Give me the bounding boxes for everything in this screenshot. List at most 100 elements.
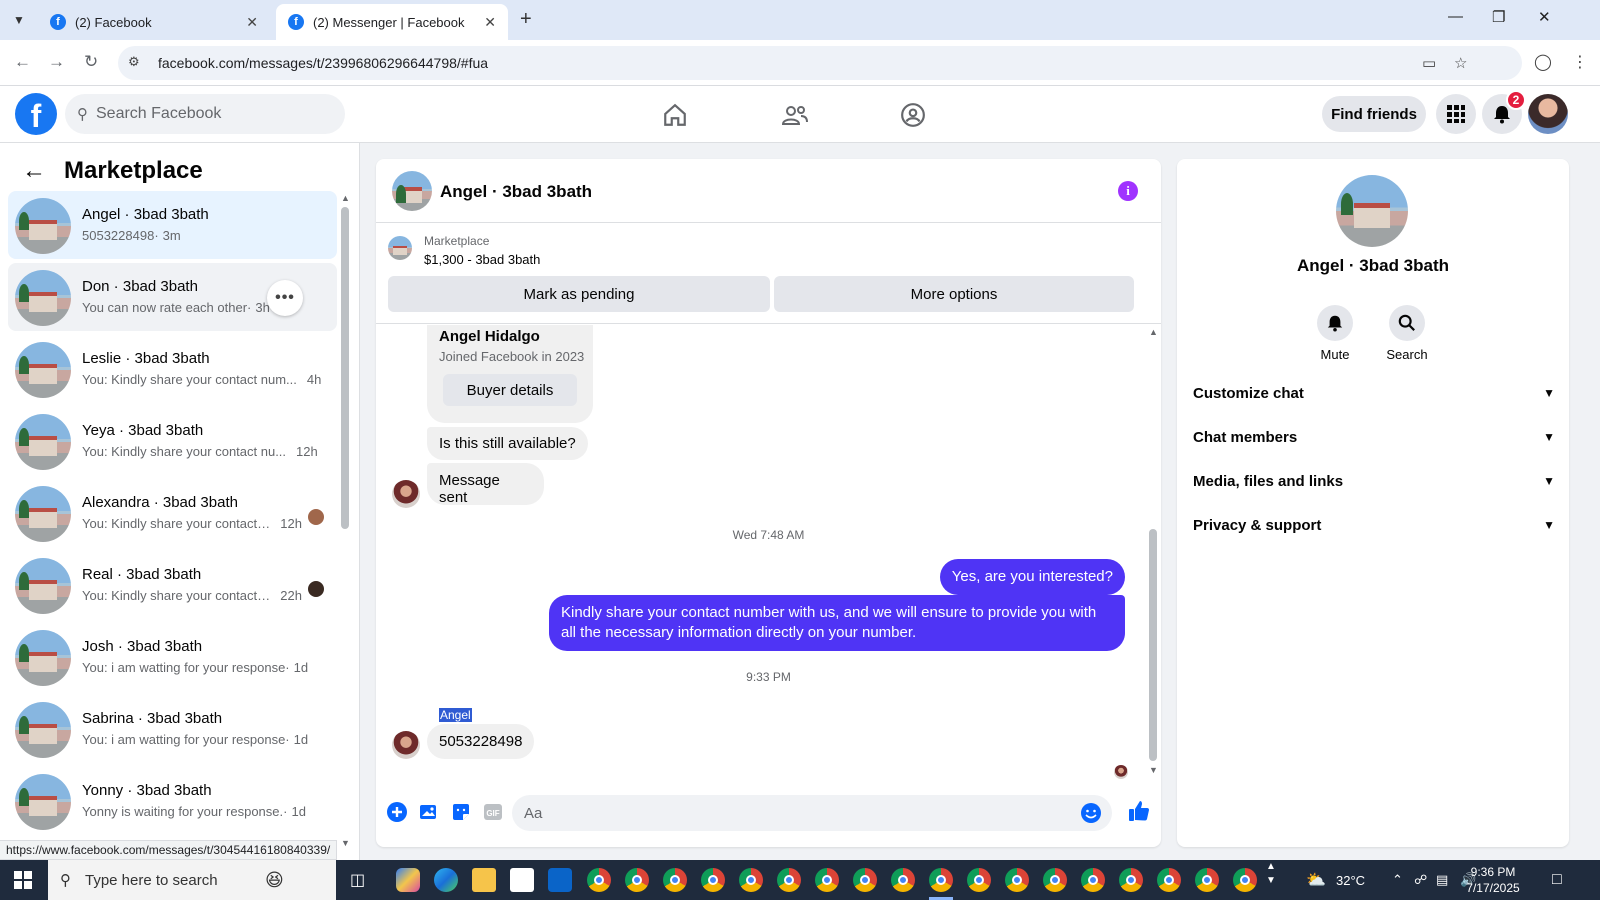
- facebook-logo-icon[interactable]: f: [15, 93, 57, 135]
- restore-icon[interactable]: ❐: [1492, 8, 1505, 26]
- more-options-dots-icon[interactable]: •••: [267, 280, 303, 316]
- temperature[interactable]: 32°C: [1336, 860, 1365, 900]
- message-bubble-incoming[interactable]: Is this still available?: [427, 427, 588, 460]
- reload-icon[interactable]: ↻: [84, 52, 98, 72]
- message-bubble-incoming[interactable]: 5053228498: [427, 724, 535, 759]
- listing-avatar-large[interactable]: [1336, 175, 1408, 247]
- facebook-search[interactable]: ⚲: [65, 94, 345, 134]
- back-arrow-icon[interactable]: ←: [14, 52, 31, 72]
- listing-price[interactable]: $1,300 - 3bad 3bath: [424, 252, 540, 267]
- scroll-up-arrow-icon[interactable]: ▲: [1149, 327, 1158, 337]
- mute-button[interactable]: Mute: [1305, 305, 1365, 362]
- conversation-item[interactable]: Real · 3bad 3bath You: Kindly share your…: [8, 551, 337, 619]
- scrollbar-thumb[interactable]: [341, 207, 349, 529]
- chrome-icon[interactable]: [739, 868, 763, 892]
- install-app-icon[interactable]: ▭: [1422, 54, 1436, 72]
- chrome-icon[interactable]: [625, 868, 649, 892]
- system-clock[interactable]: 9:36 PM 7/17/2025: [1458, 864, 1528, 896]
- sticker-icon[interactable]: [450, 801, 472, 823]
- listing-avatar[interactable]: [392, 171, 432, 211]
- window-close-icon[interactable]: ✕: [1538, 8, 1551, 26]
- conversation-item[interactable]: Don · 3bad 3bath You can now rate each o…: [8, 263, 337, 331]
- emoji-icon[interactable]: [1080, 802, 1102, 829]
- chrome-icon[interactable]: [967, 868, 991, 892]
- facebook-search-input[interactable]: [96, 105, 316, 123]
- sender-avatar[interactable]: [392, 731, 420, 759]
- chrome-icon[interactable]: [1119, 868, 1143, 892]
- scrollbar-thumb[interactable]: [1149, 529, 1157, 761]
- new-tab-plus-icon[interactable]: +: [520, 8, 532, 31]
- conversation-item[interactable]: Leslie · 3bad 3bath You: Kindly share yo…: [8, 335, 337, 403]
- bookmark-star-icon[interactable]: ☆: [1454, 54, 1467, 72]
- minimize-icon[interactable]: —: [1448, 8, 1463, 25]
- chrome-icon[interactable]: [701, 868, 725, 892]
- copilot-icon[interactable]: [396, 868, 420, 892]
- chrome-icon[interactable]: [891, 868, 915, 892]
- scroll-up-arrow-icon[interactable]: ▲: [341, 193, 350, 203]
- site-settings-icon[interactable]: ⚙: [128, 54, 140, 70]
- notification-center-icon[interactable]: □: [1552, 860, 1562, 900]
- tab-search-chevron-icon[interactable]: ▼: [6, 8, 32, 32]
- scroll-down-arrow-icon[interactable]: ▼: [1149, 765, 1158, 775]
- conversation-item[interactable]: Yeya · 3bad 3bath You: Kindly share your…: [8, 407, 337, 475]
- groups-icon[interactable]: [898, 100, 928, 130]
- info-icon[interactable]: i: [1118, 181, 1138, 201]
- taskbar-scroll-arrows-icon[interactable]: ▲ ▼: [1266, 860, 1276, 900]
- conversation-item[interactable]: Alexandra · 3bad 3bath You: Kindly share…: [8, 479, 337, 547]
- tray-expand-chevron-icon[interactable]: ⌃: [1392, 860, 1403, 900]
- chat-members-section[interactable]: Chat members ▼: [1193, 417, 1555, 457]
- chrome-icon[interactable]: [1195, 868, 1219, 892]
- message-bubble-outgoing[interactable]: Kindly share your contact number with us…: [549, 595, 1125, 651]
- network-icon[interactable]: ▤: [1436, 860, 1448, 900]
- chrome-icon[interactable]: [1157, 868, 1181, 892]
- browser-menu-icon[interactable]: ⋮: [1572, 52, 1588, 72]
- sender-avatar[interactable]: [392, 480, 420, 508]
- back-arrow-icon[interactable]: ←: [22, 157, 46, 185]
- home-icon[interactable]: [660, 100, 690, 130]
- privacy-support-section[interactable]: Privacy & support ▼: [1193, 505, 1555, 545]
- media-files-links-section[interactable]: Media, files and links ▼: [1193, 461, 1555, 501]
- mark-as-pending-button[interactable]: Mark as pending: [388, 276, 770, 312]
- chrome-icon[interactable]: [853, 868, 877, 892]
- outlook-icon[interactable]: [548, 868, 572, 892]
- attach-image-icon[interactable]: [418, 801, 440, 823]
- conversation-item[interactable]: Sabrina · 3bad 3bath You: i am watting f…: [8, 695, 337, 763]
- chrome-icon[interactable]: [929, 868, 953, 892]
- chrome-icon[interactable]: [1233, 868, 1257, 892]
- url-text[interactable]: facebook.com/messages/t/2399680629664479…: [158, 55, 488, 71]
- taskbar-search[interactable]: ⚲ 😆: [48, 860, 336, 900]
- conversation-item[interactable]: Josh · 3bad 3bath You: i am watting for …: [8, 623, 337, 691]
- search-in-chat-button[interactable]: Search: [1377, 305, 1437, 362]
- message-bubble-incoming[interactable]: Message sent: [427, 463, 544, 506]
- message-input-box[interactable]: [512, 795, 1112, 831]
- thread-scrollbar[interactable]: ▲ ▼: [1149, 327, 1158, 775]
- add-plus-icon[interactable]: [386, 801, 408, 823]
- tab-facebook[interactable]: f (2) Facebook ✕: [38, 4, 270, 40]
- message-input[interactable]: [524, 804, 1064, 822]
- weather-icon[interactable]: ⛅: [1306, 860, 1326, 900]
- message-bubble-outgoing[interactable]: Yes, are you interested?: [939, 559, 1125, 595]
- task-view-icon[interactable]: ◫: [350, 860, 365, 900]
- tab-close-icon[interactable]: ✕: [484, 14, 496, 31]
- chrome-icon[interactable]: [663, 868, 687, 892]
- emoji-widget-icon[interactable]: 😆: [265, 870, 284, 891]
- tab-close-icon[interactable]: ✕: [246, 14, 258, 31]
- conversation-item[interactable]: Yonny · 3bad 3bath Yonny is waiting for …: [8, 767, 337, 835]
- friends-icon[interactable]: [780, 100, 810, 130]
- browser-profile-icon[interactable]: ◯: [1534, 52, 1552, 72]
- chrome-icon[interactable]: [777, 868, 801, 892]
- find-friends-button[interactable]: Find friends: [1322, 96, 1426, 132]
- store-icon[interactable]: [510, 868, 534, 892]
- menu-grid-icon[interactable]: [1436, 94, 1476, 134]
- chrome-icon[interactable]: [1005, 868, 1029, 892]
- chrome-icon[interactable]: [815, 868, 839, 892]
- conversation-item[interactable]: Angel · 3bad 3bath 5053228498 · 3m: [8, 191, 337, 259]
- like-thumbs-up-icon[interactable]: [1126, 798, 1152, 824]
- account-avatar[interactable]: [1528, 94, 1568, 134]
- chat-title[interactable]: Angel · 3bad 3bath: [440, 182, 592, 202]
- sidebar-scrollbar[interactable]: ▲ ▼: [341, 193, 350, 853]
- tab-messenger[interactable]: f (2) Messenger | Facebook ✕: [276, 4, 508, 40]
- chrome-icon[interactable]: [587, 868, 611, 892]
- taskbar-search-input[interactable]: [85, 871, 245, 889]
- buyer-details-button[interactable]: Buyer details: [443, 374, 577, 406]
